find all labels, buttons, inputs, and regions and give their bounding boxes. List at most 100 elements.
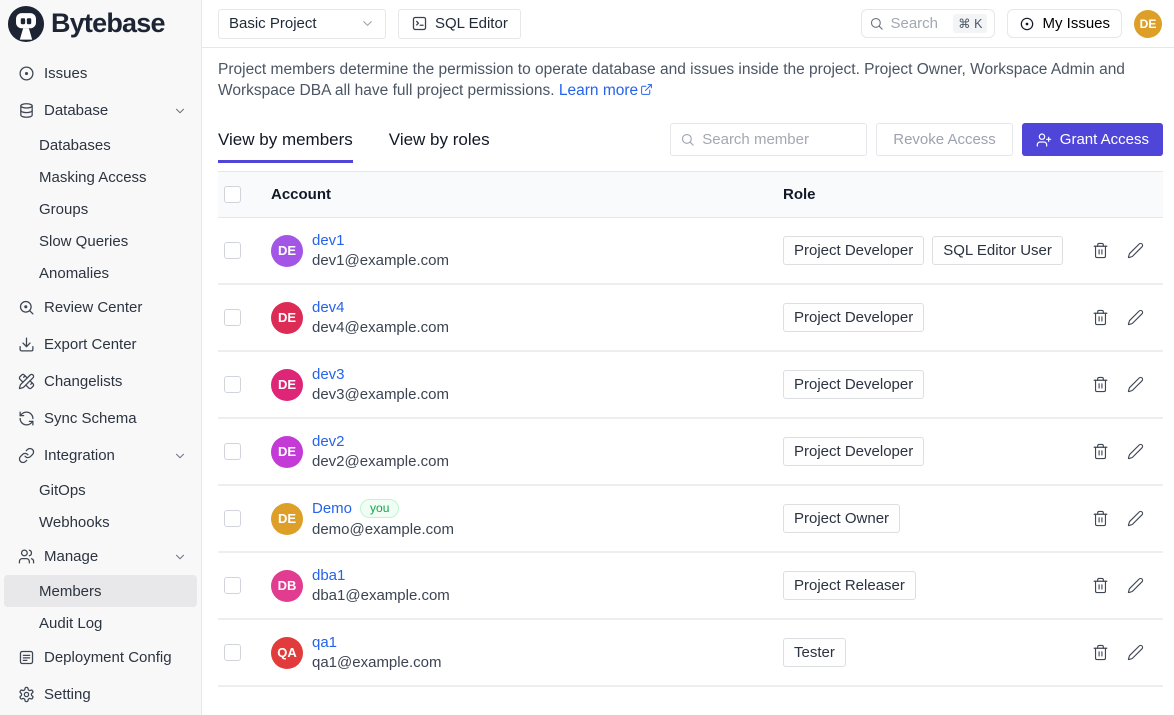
grant-access-label: Grant Access — [1060, 131, 1149, 148]
setting-icon — [18, 686, 35, 703]
sidebar-item-label: Export Center — [44, 336, 187, 353]
edit-member-button[interactable] — [1127, 510, 1144, 527]
role-cell: Tester — [765, 638, 1092, 667]
role-cell: Project Releaser — [765, 571, 1092, 600]
account-cell: QAqa1qa1@example.com — [271, 634, 765, 671]
edit-member-button[interactable] — [1127, 309, 1144, 326]
member-name-link[interactable]: dev4 — [312, 299, 345, 316]
member-name-link[interactable]: qa1 — [312, 634, 337, 651]
member-name-link[interactable]: Demo — [312, 500, 352, 517]
account-cell: DBdba1dba1@example.com — [271, 567, 765, 604]
edit-member-button[interactable] — [1127, 443, 1144, 460]
tab-view-by-roles[interactable]: View by roles — [389, 130, 490, 150]
delete-member-button[interactable] — [1092, 242, 1109, 259]
table-row: DEDemoyoudemo@example.comProject Owner — [218, 486, 1163, 553]
member-avatar: DE — [271, 235, 303, 267]
delete-member-button[interactable] — [1092, 510, 1109, 527]
account-cell: DEdev2dev2@example.com — [271, 433, 765, 470]
actions-cell — [1092, 242, 1163, 259]
integration-icon — [18, 447, 35, 464]
sidebar-item-setting[interactable]: Setting — [4, 676, 197, 713]
sidebar-item-anomalies[interactable]: Anomalies — [4, 257, 197, 289]
member-search-input[interactable]: Search member — [670, 123, 867, 156]
sidebar-item-label: GitOps — [39, 482, 187, 499]
select-all-checkbox[interactable] — [224, 186, 241, 203]
delete-member-button[interactable] — [1092, 443, 1109, 460]
edit-member-button[interactable] — [1127, 577, 1144, 594]
sidebar-item-export-center[interactable]: Export Center — [4, 326, 197, 363]
project-select[interactable]: Basic Project — [218, 9, 386, 39]
tab-view-by-members[interactable]: View by members — [218, 130, 353, 150]
edit-member-button[interactable] — [1127, 242, 1144, 259]
sidebar-item-databases[interactable]: Databases — [4, 129, 197, 161]
role-badge: Tester — [783, 638, 846, 667]
sidebar-item-manage[interactable]: Manage — [4, 538, 197, 575]
review-center-icon — [18, 299, 35, 316]
sidebar-item-deployment-config[interactable]: Deployment Config — [4, 639, 197, 676]
role-cell: Project Developer — [765, 303, 1092, 332]
global-search-input[interactable]: Search ⌘ K — [861, 9, 995, 38]
row-checkbox[interactable] — [224, 644, 241, 661]
sidebar-item-slow-queries[interactable]: Slow Queries — [4, 225, 197, 257]
sidebar-item-sync-schema[interactable]: Sync Schema — [4, 400, 197, 437]
row-checkbox[interactable] — [224, 309, 241, 326]
brand-logo-area[interactable]: Bytebase — [0, 0, 202, 47]
member-email: dev1@example.com — [312, 252, 449, 269]
main-content: Project members determine the permission… — [202, 47, 1174, 715]
role-cell: Project Developer — [765, 437, 1092, 466]
actions-cell — [1092, 644, 1163, 661]
my-issues-button[interactable]: My Issues — [1007, 9, 1122, 38]
chevron-down-icon — [173, 104, 187, 118]
sidebar-item-members[interactable]: Members — [4, 575, 197, 607]
user-avatar[interactable]: DE — [1134, 10, 1162, 38]
global-search-placeholder: Search — [890, 15, 947, 32]
row-checkbox[interactable] — [224, 242, 241, 259]
sql-editor-button[interactable]: SQL Editor — [398, 9, 521, 39]
row-checkbox-cell — [218, 309, 271, 326]
actions-cell — [1092, 510, 1163, 527]
member-name-link[interactable]: dev2 — [312, 433, 345, 450]
delete-member-button[interactable] — [1092, 644, 1109, 661]
sidebar-item-database[interactable]: Database — [4, 92, 197, 129]
member-email: dev3@example.com — [312, 386, 449, 403]
sidebar-item-issues[interactable]: Issues — [4, 55, 197, 92]
sidebar-item-label: Deployment Config — [44, 649, 187, 666]
table-row: DEdev2dev2@example.comProject Developer — [218, 419, 1163, 486]
sidebar-item-audit-log[interactable]: Audit Log — [4, 607, 197, 639]
sidebar-item-gitops[interactable]: GitOps — [4, 474, 197, 506]
grant-access-button[interactable]: Grant Access — [1022, 123, 1163, 156]
sidebar-item-webhooks[interactable]: Webhooks — [4, 506, 197, 538]
sidebar-item-masking-access[interactable]: Masking Access — [4, 161, 197, 193]
deployment-config-icon — [18, 649, 35, 666]
sidebar-item-integration[interactable]: Integration — [4, 437, 197, 474]
delete-member-button[interactable] — [1092, 309, 1109, 326]
changelists-icon — [18, 373, 35, 390]
actions-cell — [1092, 309, 1163, 326]
row-checkbox[interactable] — [224, 577, 241, 594]
row-checkbox[interactable] — [224, 376, 241, 393]
terminal-icon — [411, 15, 428, 32]
member-name-link[interactable]: dba1 — [312, 567, 345, 584]
issue-dot-icon — [1019, 16, 1035, 32]
bytebase-logo-icon — [7, 5, 45, 43]
account-cell: DEdev3dev3@example.com — [271, 366, 765, 403]
sidebar-item-label: Anomalies — [39, 265, 187, 282]
delete-member-button[interactable] — [1092, 577, 1109, 594]
row-checkbox[interactable] — [224, 510, 241, 527]
row-checkbox-cell — [218, 443, 271, 460]
delete-member-button[interactable] — [1092, 376, 1109, 393]
sidebar-item-groups[interactable]: Groups — [4, 193, 197, 225]
member-email: dba1@example.com — [312, 587, 450, 604]
row-checkbox[interactable] — [224, 443, 241, 460]
edit-member-button[interactable] — [1127, 644, 1144, 661]
role-badge: Project Developer — [783, 370, 924, 399]
learn-more-link[interactable]: Learn more — [559, 82, 638, 99]
sidebar-item-review-center[interactable]: Review Center — [4, 289, 197, 326]
member-name-link[interactable]: dev1 — [312, 232, 345, 249]
sql-editor-label: SQL Editor — [435, 15, 508, 32]
edit-member-button[interactable] — [1127, 376, 1144, 393]
sidebar-item-changelists[interactable]: Changelists — [4, 363, 197, 400]
revoke-access-button[interactable]: Revoke Access — [876, 123, 1013, 156]
member-name-link[interactable]: dev3 — [312, 366, 345, 383]
sidebar-item-label: Slow Queries — [39, 233, 187, 250]
